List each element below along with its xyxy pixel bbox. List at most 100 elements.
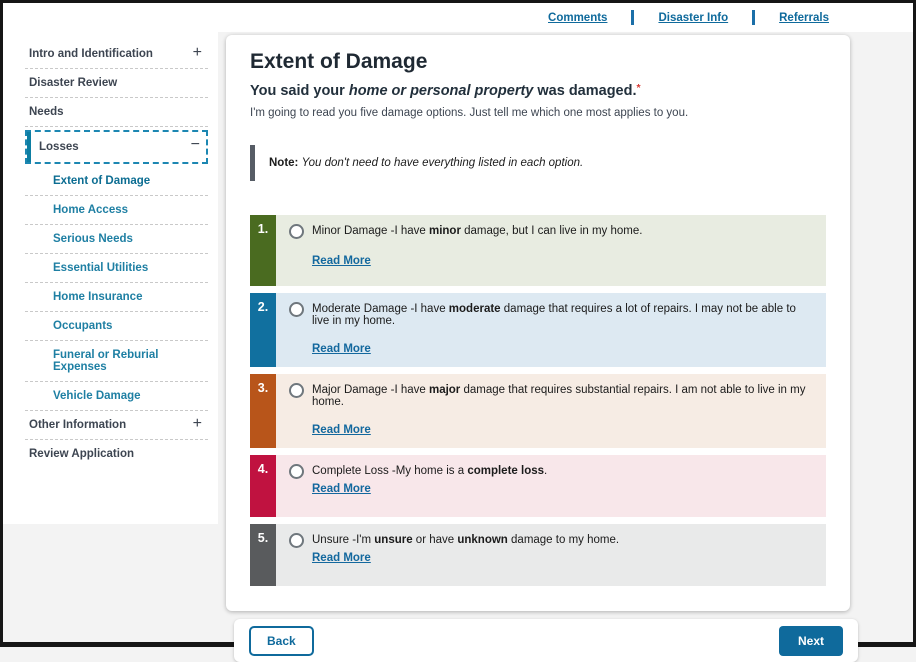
- sidebar-item-label: Occupants: [53, 320, 112, 332]
- text-segment: .: [544, 465, 547, 477]
- text-segment: moderate: [449, 303, 501, 315]
- text-segment: damage to my home.: [508, 534, 619, 546]
- sidebar-item-home-access[interactable]: Home Access: [25, 196, 208, 225]
- sidebar-item-label: Serious Needs: [53, 233, 133, 245]
- text-segment: major: [429, 384, 460, 396]
- option-radio[interactable]: [289, 383, 304, 398]
- option-line: Unsure -I'm unsure or have unknown damag…: [289, 533, 814, 548]
- option-line: Complete Loss -My home is a complete los…: [289, 464, 814, 479]
- sidebar-item-extent-of-damage[interactable]: Extent of Damage: [25, 167, 208, 196]
- option-text: Unsure -I'm unsure or have unknown damag…: [312, 533, 619, 546]
- option-text: Minor Damage -I have minor damage, but I…: [312, 224, 642, 237]
- sidebar-item-needs[interactable]: Needs: [25, 98, 208, 127]
- sidebar-item-home-insurance[interactable]: Home Insurance: [25, 283, 208, 312]
- option-radio[interactable]: [289, 224, 304, 239]
- read-more-link[interactable]: Read More: [312, 255, 371, 267]
- text-segment: unsure: [374, 534, 412, 546]
- text-segment: *: [637, 83, 641, 94]
- damage-option-row-5: 5. Unsure -I'm unsure or have unknown dam…: [250, 524, 826, 586]
- damage-option-row-4: 4. Complete Loss -My home is a complete l…: [250, 455, 826, 517]
- option-number: 4.: [250, 455, 276, 517]
- sidebar-item-intro-and-identification[interactable]: Intro and Identification +: [25, 40, 208, 69]
- option-number: 5.: [250, 524, 276, 586]
- text-segment: Complete Loss -My home is a: [312, 465, 467, 477]
- text-segment: unknown: [457, 534, 507, 546]
- sidebar-item-review-application[interactable]: Review Application: [25, 440, 208, 468]
- text-segment: complete loss: [467, 465, 544, 477]
- option-body: Minor Damage -I have minor damage, but I…: [276, 215, 826, 286]
- sidebar-item-label: Home Insurance: [53, 291, 142, 303]
- sidebar-item-losses[interactable]: Losses −: [25, 130, 208, 164]
- read-more-link[interactable]: Read More: [312, 552, 371, 564]
- text-segment: Minor Damage -I have: [312, 225, 429, 237]
- text-segment: damage, but I can live in my home.: [461, 225, 643, 237]
- sidebar-nav: Intro and Identification + Disaster Review…: [3, 32, 218, 524]
- option-text: Moderate Damage -I have moderate damage …: [312, 302, 814, 327]
- footer-bar: Back Next: [234, 619, 858, 662]
- sidebar-item-label: Intro and Identification: [29, 48, 153, 60]
- header-link-disaster-info[interactable]: Disaster Info: [658, 12, 728, 24]
- text-segment: or have: [413, 534, 458, 546]
- option-body: Unsure -I'm unsure or have unknown damag…: [276, 524, 826, 586]
- option-text: Major Damage -I have major damage that r…: [312, 383, 814, 408]
- header-link-referrals[interactable]: Referrals: [779, 12, 829, 24]
- next-button[interactable]: Next: [779, 626, 843, 656]
- sidebar-item-label: Funeral or Reburial Expenses: [53, 349, 158, 373]
- damage-option-row-1: 1. Minor Damage -I have minor damage, but…: [250, 215, 826, 286]
- option-number: 1.: [250, 215, 276, 286]
- note-box: Note: You don't need to have everything …: [250, 145, 826, 181]
- sidebar-item-label: Vehicle Damage: [53, 390, 141, 402]
- option-body: Complete Loss -My home is a complete los…: [276, 455, 826, 517]
- sidebar-item-label: Review Application: [29, 448, 134, 460]
- sidebar-item-label: Essential Utilities: [53, 262, 148, 274]
- text-segment: home or personal property: [349, 83, 534, 99]
- text-segment: was damaged.: [533, 83, 636, 99]
- content-card: Extent of Damage You said your home or p…: [226, 35, 850, 611]
- damage-options-list: 1. Minor Damage -I have minor damage, but…: [250, 215, 826, 586]
- option-body: Moderate Damage -I have moderate damage …: [276, 293, 826, 367]
- main-area: Extent of Damage You said your home or p…: [218, 32, 913, 662]
- sidebar-item-vehicle-damage[interactable]: Vehicle Damage: [25, 382, 208, 411]
- text-segment: Moderate Damage -I have: [312, 303, 449, 315]
- sidebar-item-label: Losses: [39, 141, 79, 153]
- text-segment: Note:: [269, 157, 302, 169]
- back-button[interactable]: Back: [249, 626, 314, 656]
- text-segment: Major Damage -I have: [312, 384, 429, 396]
- collapse-minus-icon[interactable]: −: [191, 136, 200, 154]
- option-text: Complete Loss -My home is a complete los…: [312, 464, 547, 477]
- option-line: Moderate Damage -I have moderate damage …: [289, 302, 814, 327]
- expand-plus-icon[interactable]: +: [193, 44, 202, 62]
- header-link-separator: [631, 10, 634, 25]
- sidebar-item-funeral-or-reburial-expenses[interactable]: Funeral or Reburial Expenses: [25, 341, 208, 382]
- text-segment: minor: [429, 225, 461, 237]
- sidebar-item-label: Needs: [29, 106, 64, 118]
- text-segment: Unsure -I'm: [312, 534, 374, 546]
- option-radio[interactable]: [289, 302, 304, 317]
- option-radio[interactable]: [289, 533, 304, 548]
- option-body: Major Damage -I have major damage that r…: [276, 374, 826, 448]
- page-subtitle: You said your home or personal property …: [250, 83, 826, 99]
- read-more-link[interactable]: Read More: [312, 424, 371, 436]
- text-segment: You said your: [250, 83, 349, 99]
- header-link-separator: [752, 10, 755, 25]
- page-title: Extent of Damage: [250, 50, 826, 74]
- sidebar-item-label: Home Access: [53, 204, 128, 216]
- sidebar-item-disaster-review[interactable]: Disaster Review: [25, 69, 208, 98]
- option-number: 3.: [250, 374, 276, 448]
- sidebar-item-label: Extent of Damage: [53, 175, 150, 187]
- option-radio[interactable]: [289, 464, 304, 479]
- option-line: Minor Damage -I have minor damage, but I…: [289, 224, 814, 239]
- damage-option-row-3: 3. Major Damage -I have major damage that…: [250, 374, 826, 448]
- read-more-link[interactable]: Read More: [312, 483, 371, 495]
- sidebar-item-label: Other Information: [29, 419, 126, 431]
- option-line: Major Damage -I have major damage that r…: [289, 383, 814, 408]
- sidebar-item-occupants[interactable]: Occupants: [25, 312, 208, 341]
- sidebar-item-essential-utilities[interactable]: Essential Utilities: [25, 254, 208, 283]
- expand-plus-icon[interactable]: +: [193, 415, 202, 433]
- sidebar-item-serious-needs[interactable]: Serious Needs: [25, 225, 208, 254]
- header-link-comments[interactable]: Comments: [548, 12, 607, 24]
- read-more-link[interactable]: Read More: [312, 343, 371, 355]
- text-segment: You don't need to have everything listed…: [302, 157, 584, 169]
- page-intro: I'm going to read you five damage option…: [250, 107, 826, 119]
- sidebar-item-other-information[interactable]: Other Information +: [25, 411, 208, 440]
